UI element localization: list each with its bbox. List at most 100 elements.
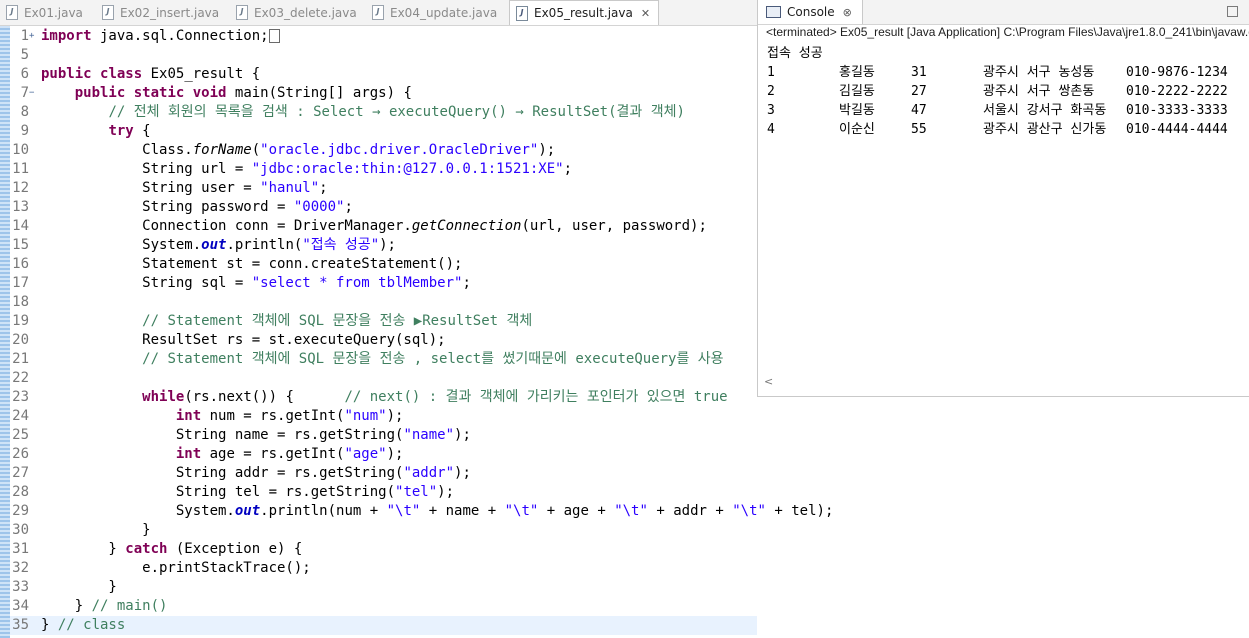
code-line[interactable]: 24 int num = rs.getInt("num"); [10,407,757,426]
code-text: public class Ex05_result { [41,66,261,82]
collapse-fold-icon[interactable]: − [29,84,41,103]
editor-tab-label: Ex03_delete.java [254,5,357,20]
code-line[interactable]: 25 String name = rs.getString("name"); [10,426,757,445]
code-text: // 전체 회원의 목록을 검색 : Select → executeQuery… [108,104,685,120]
code-line[interactable]: 8 // 전체 회원의 목록을 검색 : Select → executeQue… [10,103,757,122]
code-text: public static void main(String[] args) { [74,85,412,101]
code-text: String password = "0000"; [41,199,353,215]
editor-tab[interactable]: J Ex01.java [0,0,91,25]
editor-tab-label: Ex02_insert.java [120,5,220,20]
line-number: 12 [12,180,29,196]
scroll-left-icon[interactable]: < [764,375,773,388]
code-line[interactable]: 31 } catch (Exception e) { [10,540,757,559]
left-gutter-stripe [0,26,10,638]
editor-tab[interactable]: J Ex03_delete.java [230,0,365,25]
code-line[interactable]: 33 } [10,578,757,597]
code-line[interactable]: 5 [10,46,757,65]
console-cell-addr: 광주시 서구 쌍촌동 [983,84,1095,99]
line-number: 5 [20,47,29,63]
console-cell-age: 47 [911,103,927,118]
java-file-icon: J [6,5,18,20]
code-line[interactable]: 13 String password = "0000"; [10,198,757,217]
code-line[interactable]: 10 Class.forName("oracle.jdbc.driver.Ora… [10,141,757,160]
code-line[interactable]: 9 try { [10,122,757,141]
line-number: 31 [12,541,29,557]
code-line[interactable]: 32 e.printStackTrace(); [10,559,757,578]
line-number: 16 [12,256,29,272]
line-number: 13 [12,199,29,215]
editor-tab-label: Ex04_update.java [390,5,498,20]
console-cell-age: 27 [911,84,927,99]
code-line[interactable]: 30 } [10,521,757,540]
code-text: } catch (Exception e) { [41,541,303,557]
code-line[interactable]: 28 String tel = rs.getString("tel"); [10,483,757,502]
code-text: import java.sql.Connection; [41,27,280,46]
editor-tab-label: Ex05_result.java [534,6,633,20]
java-file-icon: J [102,5,114,20]
line-number: 8 [20,104,29,120]
code-line[interactable]: 1 + import java.sql.Connection; [10,27,757,46]
code-text: ResultSet rs = st.executeQuery(sql); [41,332,446,348]
console-cell-tel: 010-4444-4444 [1126,122,1228,137]
code-line[interactable]: 23 while(rs.next()) { // next() : 결과 객체에… [10,388,757,407]
code-line[interactable]: 12 String user = "hanul"; [10,179,757,198]
console-cell-num: 3 [767,103,775,118]
line-number: 25 [12,427,29,443]
console-icon [766,6,781,18]
code-line[interactable]: 16 Statement st = conn.createStatement()… [10,255,757,274]
console-tab[interactable]: Console ⊗ [758,0,863,24]
expand-fold-icon[interactable]: + [29,27,41,46]
java-file-icon: J [372,5,384,20]
line-number: 30 [12,522,29,538]
editor-tab[interactable]: J Ex05_result.java ✕ [509,0,660,25]
folded-imports-icon[interactable] [268,29,280,43]
console-status-line: 접속 성공 [767,46,823,61]
code-line[interactable]: 18 [10,293,757,312]
code-line[interactable]: 27 String addr = rs.getString("addr"); [10,464,757,483]
code-line[interactable]: 19 // Statement 객체에 SQL 문장을 전송 ▶ResultSe… [10,312,757,331]
code-text: Statement st = conn.createStatement(); [41,256,463,272]
code-text: int age = rs.getInt("age"); [175,446,404,462]
code-line[interactable]: 22 [10,369,757,388]
line-number: 7 [20,85,29,101]
line-number: 22 [12,370,29,386]
code-line[interactable]: 21 // Statement 객체에 SQL 문장을 전송 , select를… [10,350,757,369]
console-cell-age: 55 [911,122,927,137]
code-text: System.out.println("접속 성공"); [41,237,396,253]
line-number: 27 [12,465,29,481]
close-icon[interactable]: ✕ [641,7,650,20]
code-text: } // main() [41,598,168,614]
line-number: 17 [12,275,29,291]
code-editor[interactable]: 1 + import java.sql.Connection; 5 6 public cl… [10,27,833,638]
line-number: 26 [12,446,29,462]
code-text: } // class [41,617,126,633]
code-line[interactable]: 26 int age = rs.getInt("age"); [10,445,757,464]
minimize-icon[interactable] [1227,6,1238,17]
close-icon[interactable]: ⊗ [843,6,852,19]
editor-tab-bar: J Ex01.java J Ex02_insert.java J Ex03_delete.… [0,0,757,26]
code-line[interactable]: 6 public class Ex05_result { [10,65,757,84]
code-line[interactable]: 7− public static void main(String[] args… [10,84,757,103]
editor-tab[interactable]: J Ex04_update.java [366,0,505,25]
line-number: 34 [12,598,29,614]
code-line[interactable]: 34 } // main() [10,597,757,616]
code-text: Connection conn = DriverManager.getConne… [41,218,707,234]
code-line[interactable]: 14 Connection conn = DriverManager.getCo… [10,217,757,236]
code-line[interactable]: 29 System.out.println(num + "\t" + name … [10,502,833,521]
code-line[interactable]: 15 System.out.println("접속 성공"); [10,236,757,255]
horizontal-scrollbar[interactable]: < [762,374,1246,390]
java-file-icon: J [236,5,248,20]
console-cell-num: 4 [767,122,775,137]
code-line[interactable]: 20 ResultSet rs = st.executeQuery(sql); [10,331,757,350]
line-number: 19 [12,313,29,329]
line-number: 28 [12,484,29,500]
console-cell-name: 박길동 [839,103,875,118]
editor-tab[interactable]: J Ex02_insert.java [96,0,227,25]
line-number: 24 [12,408,29,424]
code-line[interactable]: 17 String sql = "select * from tblMember… [10,274,757,293]
console-tab-bar: Console ⊗ [758,0,1249,25]
code-line[interactable]: 11 String url = "jdbc:oracle:thin:@127.0… [10,160,757,179]
console-cell-age: 31 [911,65,927,80]
code-line[interactable]: 35} // class [10,616,757,635]
console-cell-name: 홍길동 [839,65,875,80]
